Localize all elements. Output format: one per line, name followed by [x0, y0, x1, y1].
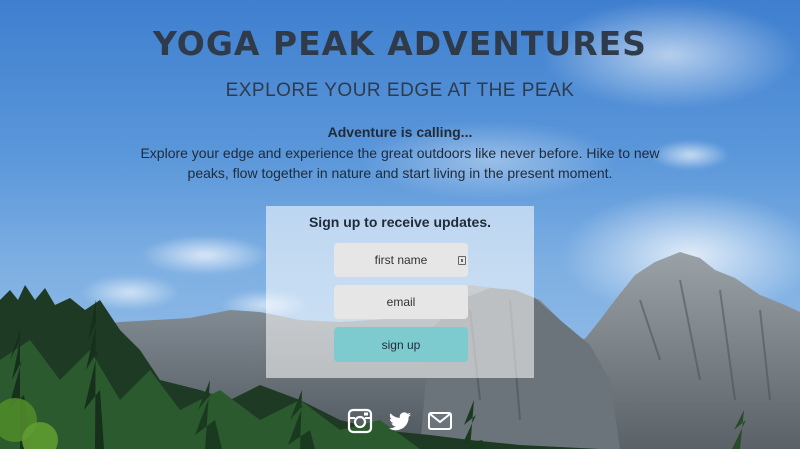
signup-form: Sign up to receive updates. sign up [266, 206, 534, 378]
hero-content: YOGA PEAK ADVENTURES EXPLORE YOUR EDGE A… [0, 0, 800, 449]
intro-text: Explore your edge and experience the gre… [140, 145, 660, 181]
sign-up-button[interactable]: sign up [334, 327, 468, 362]
social-links [0, 408, 800, 436]
instagram-icon [347, 408, 373, 434]
first-name-input[interactable] [334, 243, 468, 277]
instagram-link[interactable] [347, 408, 373, 434]
email-icon [428, 412, 452, 430]
tagline: EXPLORE YOUR EDGE AT THE PEAK [225, 80, 575, 101]
page-title: YOGA PEAK ADVENTURES [153, 24, 647, 63]
email-input[interactable] [334, 285, 468, 319]
email-link[interactable] [427, 408, 453, 434]
intro-heading: Adventure is calling... [327, 124, 473, 140]
signup-heading: Sign up to receive updates. [308, 214, 492, 230]
twitter-icon [389, 412, 411, 431]
autofill-icon[interactable] [458, 256, 466, 265]
twitter-link[interactable] [387, 408, 413, 434]
